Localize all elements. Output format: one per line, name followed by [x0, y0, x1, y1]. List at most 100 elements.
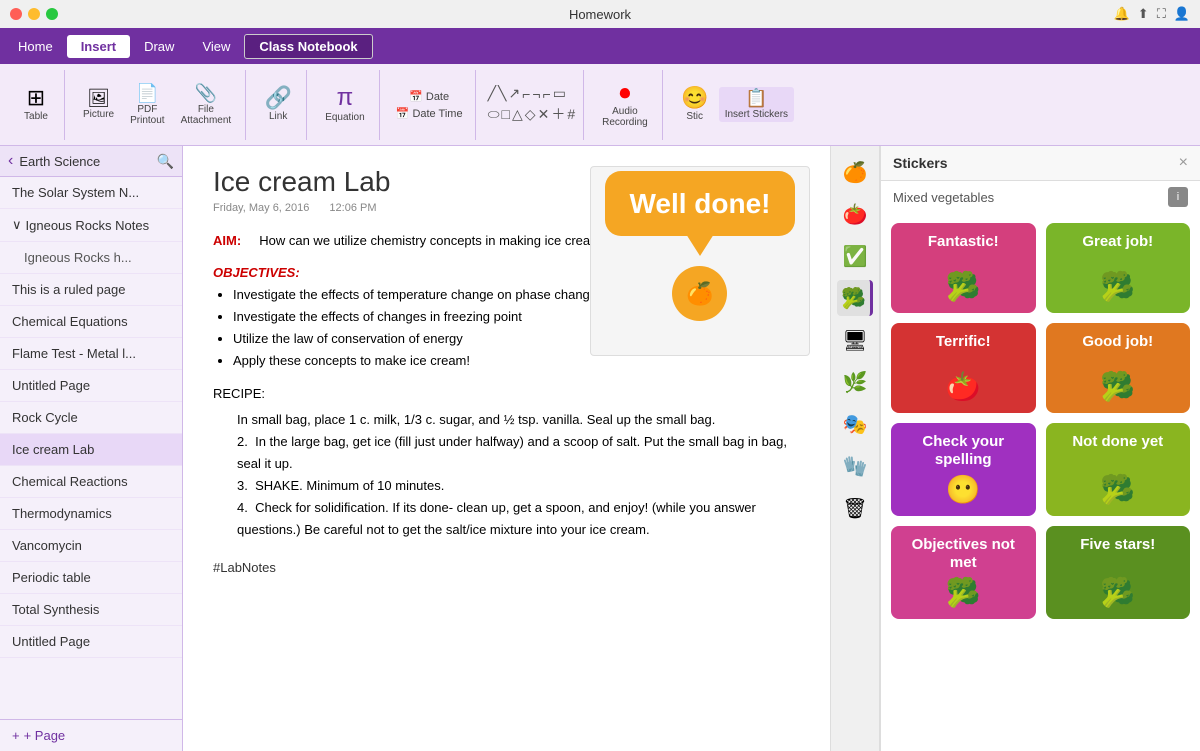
- window-controls: [10, 8, 58, 20]
- bracket1-icon[interactable]: ⌐: [522, 86, 530, 102]
- sticker-check-spelling[interactable]: Check your spelling 😶: [891, 423, 1036, 516]
- sidebar-item-periodic[interactable]: Periodic table: [0, 562, 182, 594]
- sidebar: ‹ Earth Science 🔍 The Solar System N... …: [0, 146, 183, 751]
- menu-insert[interactable]: Insert: [67, 35, 130, 58]
- sticker-good-job[interactable]: Good job! 🥦: [1046, 323, 1191, 413]
- ribbon-btn-insert-stickers[interactable]: 📋 Insert Stickers: [719, 87, 794, 122]
- line1-icon[interactable]: ╱: [488, 85, 496, 102]
- sidebar-item-untitled2[interactable]: Untitled Page: [0, 626, 182, 658]
- audio-icon: ⏺: [619, 82, 630, 104]
- sidebar-item-flame[interactable]: Flame Test - Metal l...: [0, 338, 182, 370]
- sticker-strip-item-1[interactable]: 🍅: [837, 196, 873, 232]
- sidebar-item-synthesis[interactable]: Total Synthesis: [0, 594, 182, 626]
- well-done-bubble: Well done!: [605, 171, 794, 237]
- ribbon-btn-datetime[interactable]: 📅 Date Time: [392, 105, 467, 122]
- sidebar-item-chemical-eq[interactable]: Chemical Equations: [0, 306, 182, 338]
- menu-draw[interactable]: Draw: [130, 35, 188, 58]
- sticker-fantastic[interactable]: Fantastic! 🥦: [891, 223, 1036, 313]
- info-button[interactable]: i: [1168, 187, 1188, 207]
- user-avatar[interactable]: 👤: [1174, 6, 1190, 22]
- close-button[interactable]: [10, 8, 22, 20]
- sticker-strip-item-2[interactable]: ✅: [837, 238, 873, 274]
- link-label: Link: [269, 111, 287, 122]
- sticker-fivestars-label: Five stars!: [1080, 536, 1155, 554]
- ribbon-btn-audio[interactable]: ⏺ AudioRecording: [596, 80, 654, 130]
- titlebar: Homework 🔔 ⬆ ⛶ 👤: [0, 0, 1200, 28]
- sticker-sidebar-header: Stickers ×: [881, 146, 1200, 181]
- sidebar-item-vanco[interactable]: Vancomycin: [0, 530, 182, 562]
- sticker-objnotmet-label: Objectives not met: [899, 536, 1028, 572]
- plus-icon[interactable]: ＋: [551, 104, 565, 124]
- menu-view[interactable]: View: [188, 35, 244, 58]
- sticker-objectives-not-met[interactable]: Objectives not met 🥦: [891, 526, 1036, 619]
- share-icon[interactable]: ⬆: [1138, 6, 1149, 22]
- recipe-steps: In small bag, place 1 c. milk, 1/3 c. su…: [237, 409, 793, 542]
- ribbon-btn-table[interactable]: ⊞ Table: [16, 85, 56, 124]
- oval-icon[interactable]: ⬭: [488, 106, 500, 123]
- sticker-strip-item-7[interactable]: 🧤: [837, 448, 873, 484]
- picture-label: Picture: [83, 109, 114, 120]
- minimize-button[interactable]: [28, 8, 40, 20]
- sidebar-item-untitled1[interactable]: Untitled Page: [0, 370, 182, 402]
- ribbon-btn-link[interactable]: 🔗 Link: [258, 85, 298, 124]
- cross-icon[interactable]: ✕: [538, 106, 550, 123]
- bracket2-icon[interactable]: ¬: [532, 86, 540, 102]
- fullscreen-icon[interactable]: ⛶: [1157, 6, 1166, 22]
- sticker-strip-item-4[interactable]: 🖥: [837, 322, 873, 358]
- rect3-icon[interactable]: □: [502, 106, 510, 122]
- ribbon-btn-pdf[interactable]: 📄 PDFPrintout: [124, 82, 170, 128]
- sidebar-item-igneous-group[interactable]: ∨ Igneous Rocks Notes: [0, 209, 182, 242]
- sticker-great-job[interactable]: Great job! 🥦: [1046, 223, 1191, 313]
- sticker-close-button[interactable]: ×: [1179, 154, 1188, 172]
- sidebar-item-rock[interactable]: Rock Cycle: [0, 402, 182, 434]
- sidebar-item-solar[interactable]: The Solar System N...: [0, 177, 182, 209]
- sidebar-item-ruled[interactable]: This is a ruled page: [0, 274, 182, 306]
- sticker-fantastic-emoji: 🥦: [946, 270, 981, 303]
- ribbon-btn-sticker-emoji[interactable]: 😊 Stic: [675, 85, 715, 124]
- hash-icon[interactable]: #: [567, 106, 575, 122]
- rect2-icon[interactable]: ▭: [553, 85, 566, 102]
- triangle-icon[interactable]: △: [512, 106, 523, 123]
- notification-icon[interactable]: 🔔: [1114, 6, 1130, 22]
- ribbon-btn-picture[interactable]: 🖼 Picture: [77, 87, 120, 122]
- sticker-strip-item-0[interactable]: 🍊: [837, 154, 873, 190]
- sticker-not-done[interactable]: Not done yet 🥦: [1046, 423, 1191, 516]
- sticker-strip-item-5[interactable]: 🌿: [837, 364, 873, 400]
- sticker-good-label: Good job!: [1082, 333, 1153, 351]
- sidebar-item-thermo[interactable]: Thermodynamics: [0, 498, 182, 530]
- sticker-strip-item-8[interactable]: 🗑: [837, 490, 873, 526]
- sticker-check-label: Check your spelling: [899, 433, 1028, 469]
- maximize-button[interactable]: [46, 8, 58, 20]
- step-4: 4. Check for solidification. If its done…: [237, 497, 793, 541]
- sticker-strip-item-3[interactable]: 🥦: [837, 280, 873, 316]
- rect1-icon[interactable]: ⌐: [543, 86, 551, 102]
- insert-stickers-icon: 📋: [745, 89, 767, 107]
- page-date: Friday, May 6, 2016: [213, 202, 309, 214]
- ribbon-btn-equation[interactable]: π Equation: [319, 84, 370, 125]
- sidebar-item-igneous-h[interactable]: Igneous Rocks h...: [0, 242, 182, 274]
- audio-label: AudioRecording: [602, 106, 648, 128]
- objectives-label: OBJECTIVES:: [213, 265, 300, 280]
- ribbon-btn-date[interactable]: 📅 Date: [405, 88, 453, 105]
- sticker-five-stars[interactable]: Five stars! 🥦: [1046, 526, 1191, 619]
- sidebar-item-icecream[interactable]: Ice cream Lab: [0, 434, 182, 466]
- sticker-terrific[interactable]: Terrific! 🍅: [891, 323, 1036, 413]
- sticker-strip-item-6[interactable]: 🎭: [837, 406, 873, 442]
- menu-home[interactable]: Home: [4, 35, 67, 58]
- ribbon-btn-file[interactable]: 📎 FileAttachment: [175, 82, 238, 128]
- line2-icon[interactable]: ╲: [498, 85, 506, 102]
- search-icon[interactable]: 🔍: [157, 153, 174, 170]
- diamond-icon[interactable]: ◇: [525, 106, 536, 123]
- arrow1-icon[interactable]: ↗: [508, 85, 520, 102]
- aim-label: AIM:: [213, 233, 241, 248]
- sticker-strip: 🍊 🍅 ✅ 🥦 🖥 🌿 🎭 🧤 🗑: [830, 146, 880, 751]
- well-done-text: Well done!: [629, 188, 770, 219]
- shape-row-2: ⬭ □ △ ◇ ✕ ＋ #: [488, 104, 576, 124]
- menu-class-notebook[interactable]: Class Notebook: [244, 34, 372, 59]
- sidebar-item-chemical-r[interactable]: Chemical Reactions: [0, 466, 182, 498]
- add-icon: +: [12, 728, 20, 743]
- table-icon: ⊞: [27, 87, 45, 109]
- back-button[interactable]: ‹: [8, 152, 13, 170]
- add-page-button[interactable]: + + Page: [0, 719, 182, 751]
- collection-label: Mixed vegetables: [893, 190, 994, 205]
